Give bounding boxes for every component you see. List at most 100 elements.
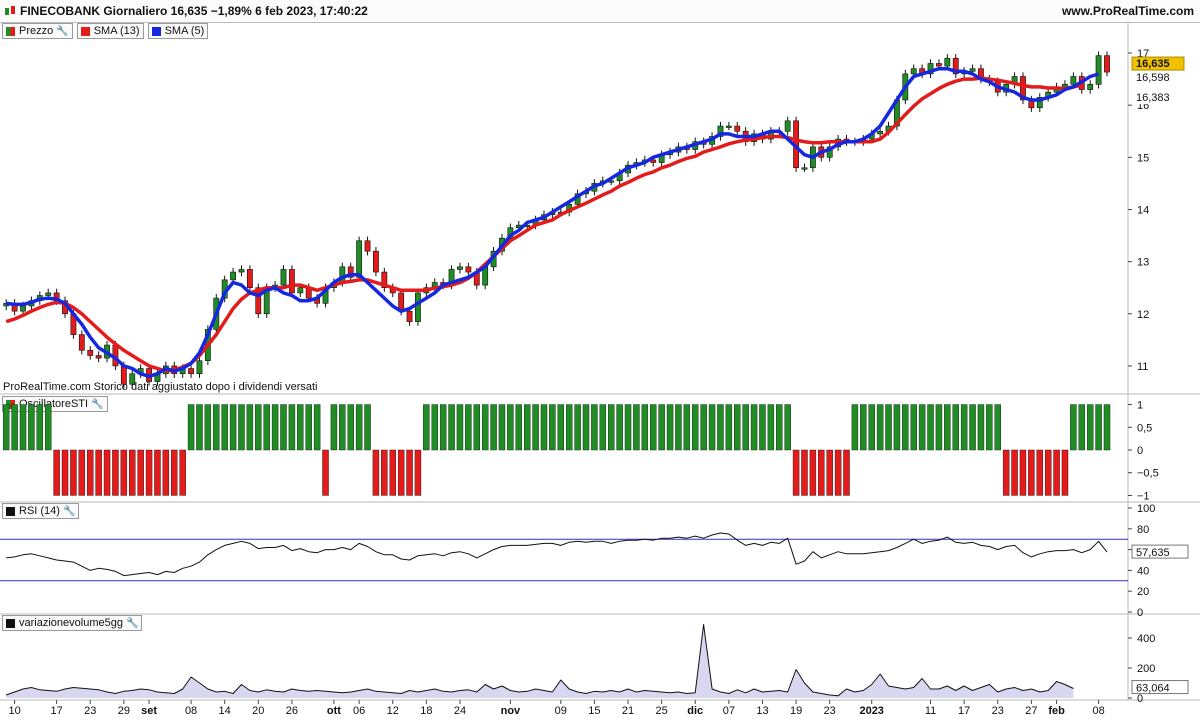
x-axis-label: 19 bbox=[790, 705, 802, 717]
candle bbox=[314, 297, 321, 304]
candle bbox=[1036, 97, 1043, 109]
candle bbox=[280, 269, 287, 286]
price-y-tick-label: 13 bbox=[1137, 257, 1149, 269]
price-y-tick-label: 12 bbox=[1137, 309, 1149, 321]
site-link[interactable]: www.ProRealTime.com bbox=[1062, 4, 1194, 18]
x-axis-label: 18 bbox=[420, 705, 432, 717]
candle bbox=[784, 120, 791, 132]
vol-y-tick-label: 200 bbox=[1137, 663, 1155, 675]
candle bbox=[927, 63, 934, 75]
legend-sma13[interactable]: SMA (13) bbox=[76, 23, 144, 39]
sti-bar bbox=[994, 404, 1001, 451]
x-axis-label: set bbox=[141, 705, 157, 717]
candle bbox=[288, 269, 295, 294]
sti-bar bbox=[944, 404, 951, 451]
sti-bar bbox=[1002, 449, 1010, 496]
sti-bar bbox=[809, 449, 817, 496]
sti-bar bbox=[1086, 404, 1094, 451]
sti-bar bbox=[322, 449, 329, 496]
sti-bar bbox=[481, 404, 489, 451]
sti-bar bbox=[372, 449, 380, 496]
x-axis-label: 23 bbox=[84, 705, 96, 717]
sti-bar bbox=[708, 404, 716, 451]
legend-vol[interactable]: variazionevolume5gg 🔧 bbox=[2, 615, 143, 631]
sti-bar bbox=[271, 404, 279, 451]
vol-swatch bbox=[6, 618, 15, 628]
sti-bar bbox=[692, 404, 699, 451]
vol-area bbox=[6, 624, 1074, 698]
sti-bar bbox=[725, 404, 733, 451]
price-y-tick-label: 11 bbox=[1137, 361, 1148, 373]
rsi-y-tick-label: 60 bbox=[1137, 545, 1149, 557]
sti-bar bbox=[986, 404, 993, 451]
candle bbox=[742, 130, 749, 142]
sti-bar bbox=[607, 404, 615, 451]
candle bbox=[751, 133, 757, 142]
sti-bar bbox=[1070, 404, 1077, 451]
sti-bar bbox=[523, 404, 531, 451]
sma13-line bbox=[5, 76, 1083, 373]
sti-bar bbox=[414, 449, 422, 496]
candle bbox=[826, 146, 833, 158]
candle bbox=[188, 368, 194, 375]
sti-bar bbox=[389, 449, 396, 496]
candle bbox=[104, 344, 110, 359]
candle bbox=[885, 125, 892, 132]
sti-bar bbox=[540, 404, 548, 451]
candle bbox=[415, 292, 421, 322]
x-axis-label: 07 bbox=[723, 705, 735, 717]
sti-bar bbox=[473, 404, 480, 451]
candle bbox=[347, 266, 354, 278]
x-axis-label: nov bbox=[501, 705, 521, 717]
legend-vol-label: variazionevolume5gg bbox=[19, 617, 123, 629]
candle bbox=[465, 266, 472, 273]
legend-sma5[interactable]: SMA (5) bbox=[147, 23, 209, 39]
rsi-y-tick-label: 0 bbox=[1137, 607, 1143, 619]
candle bbox=[112, 344, 119, 367]
sti-bar bbox=[767, 404, 775, 451]
last-value-label: 16,635 bbox=[1136, 58, 1170, 70]
wrench-icon[interactable]: 🔧 bbox=[63, 506, 75, 517]
candle bbox=[322, 287, 329, 304]
sti-bar bbox=[431, 404, 438, 451]
candle bbox=[692, 141, 699, 150]
wrench-icon[interactable]: 🔧 bbox=[126, 618, 138, 629]
sti-bar bbox=[78, 449, 86, 496]
sti-bar bbox=[902, 404, 909, 451]
sti-bar bbox=[1036, 449, 1043, 496]
legend-sti[interactable]: OscillatoreSTI 🔧 bbox=[2, 396, 108, 412]
candle bbox=[305, 287, 312, 299]
candle bbox=[95, 355, 102, 359]
candle bbox=[87, 349, 94, 356]
sti-bar bbox=[650, 404, 657, 451]
candle bbox=[146, 368, 152, 382]
sti-bar bbox=[792, 449, 800, 496]
sti-bar bbox=[381, 449, 388, 496]
sti-bar bbox=[196, 404, 203, 451]
sti-bar bbox=[557, 404, 565, 451]
sti-bar bbox=[952, 404, 959, 451]
candle bbox=[20, 305, 26, 312]
price-y-tick-label: 15 bbox=[1137, 152, 1149, 164]
candle bbox=[490, 250, 497, 268]
candle bbox=[356, 240, 363, 278]
sti-y-tick-label: 1 bbox=[1137, 400, 1143, 412]
candle bbox=[524, 224, 531, 227]
legend-rsi[interactable]: RSI (14) 🔧 bbox=[2, 503, 80, 519]
x-axis-label: 14 bbox=[219, 705, 231, 717]
vol-line bbox=[6, 624, 1074, 697]
rsi-last-box bbox=[1131, 544, 1189, 559]
x-axis-label: 29 bbox=[118, 705, 130, 717]
candle bbox=[944, 57, 951, 67]
sti-bar bbox=[1078, 404, 1086, 451]
legend-price[interactable]: Prezzo 🔧 bbox=[2, 23, 73, 39]
wrench-icon[interactable]: 🔧 bbox=[56, 26, 68, 37]
candle bbox=[1045, 91, 1052, 98]
candle bbox=[431, 282, 438, 289]
legend-sti-label: OscillatoreSTI bbox=[19, 398, 89, 410]
sti-bar bbox=[498, 404, 506, 451]
sti-bar bbox=[187, 404, 195, 451]
candle bbox=[457, 266, 463, 270]
sti-bar bbox=[624, 404, 632, 451]
wrench-icon[interactable]: 🔧 bbox=[91, 399, 103, 410]
